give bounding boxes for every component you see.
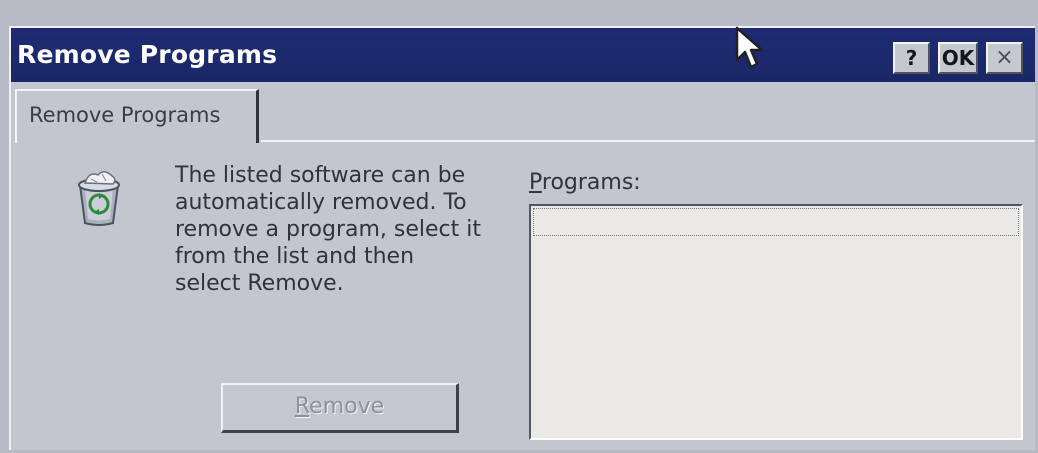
desktop: Remove Programs ? OK × Remove Programs T…: [0, 0, 1038, 453]
listbox-focus-row[interactable]: [533, 208, 1019, 236]
programs-listbox[interactable]: [529, 204, 1023, 440]
help-button[interactable]: ?: [893, 42, 930, 74]
tab-label: Remove Programs: [29, 103, 221, 127]
ok-button[interactable]: OK: [938, 42, 978, 74]
tab-strip: Remove Programs: [11, 82, 1035, 143]
programs-label-mnemonic: P: [529, 170, 542, 195]
recycle-bin-icon: [71, 165, 127, 227]
instructions-line: automatically removed. To: [175, 190, 467, 215]
tab-remove-programs[interactable]: Remove Programs: [15, 89, 259, 143]
programs-label-text: rograms:: [541, 170, 641, 195]
instructions-line: remove a program, select it: [175, 217, 482, 242]
instructions-line: The listed software can be: [175, 163, 466, 188]
instructions-text: The listed software can be automatically…: [175, 162, 515, 297]
close-button[interactable]: ×: [986, 42, 1023, 74]
remove-button[interactable]: Remove: [221, 383, 459, 433]
remove-button-mnemonic: R: [294, 394, 310, 419]
tab-divider: [261, 140, 1035, 142]
remove-button-label: emove: [309, 394, 385, 419]
remove-programs-dialog: Remove Programs ? OK × Remove Programs T…: [9, 26, 1035, 450]
title-bar[interactable]: Remove Programs ? OK ×: [11, 28, 1035, 82]
instructions-line: from the list and then: [175, 244, 415, 269]
instructions-line: select Remove.: [175, 271, 344, 296]
programs-label: Programs:: [529, 170, 641, 195]
window-title: Remove Programs: [17, 40, 278, 69]
mouse-pointer-icon: [734, 26, 770, 74]
